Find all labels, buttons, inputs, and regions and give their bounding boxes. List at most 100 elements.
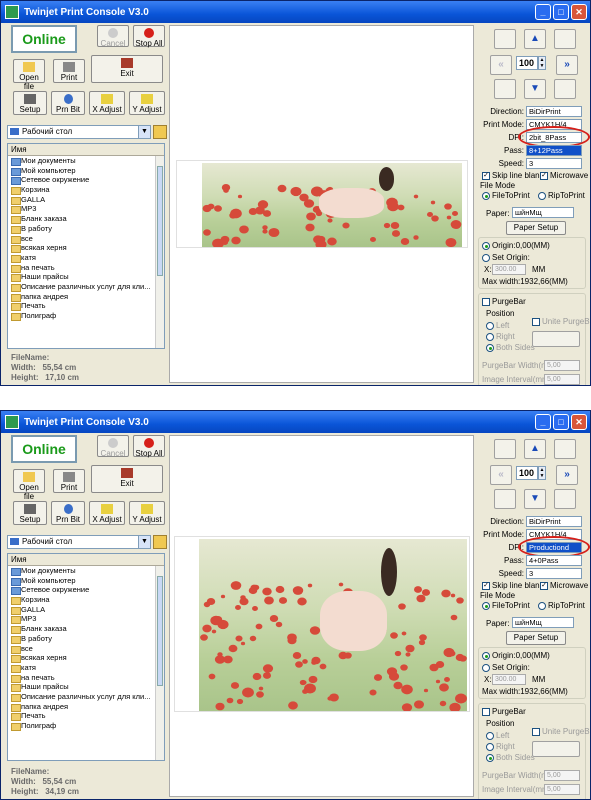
list-scrollbar[interactable] [155,156,164,348]
file-to-print-radio[interactable]: FileToPrint [482,601,530,610]
move-up-button[interactable]: ▲ [524,29,546,49]
close-button[interactable]: ✕ [571,4,587,20]
unite-purge-checkbox[interactable]: Unite PurgeBar [532,727,590,736]
list-item[interactable]: катя [8,253,164,263]
list-item[interactable]: Сетевое окружение [8,175,164,186]
image-interval-input[interactable]: 5,00 [544,784,580,795]
step-spinner[interactable]: ▲ ▼ [538,56,546,70]
pos-left-radio[interactable]: Left [486,321,509,330]
x-origin-input[interactable]: 300.00 [492,674,526,685]
x-adjust-button[interactable]: X Adjust [89,91,125,115]
up-folder-button[interactable] [153,125,167,139]
setup-button[interactable]: Setup [13,91,47,115]
purge-color-box[interactable] [532,331,580,347]
list-item[interactable]: GALLA [8,195,164,205]
paper-select[interactable]: шйнМщ [512,617,574,628]
pass-select[interactable]: 8+12Pass [526,145,582,156]
prn-bit-button[interactable]: Prn Bit [51,501,85,525]
scroll-thumb[interactable] [157,576,163,686]
column-header-name[interactable]: Имя [8,144,164,156]
list-item[interactable]: Корзина [8,185,164,195]
pos-both-radio[interactable]: Both Sides [486,343,535,352]
pos-both-radio[interactable]: Both Sides [486,753,535,762]
blank-button[interactable] [494,489,516,509]
list-item[interactable]: Описание различных услуг для кли... [8,282,164,292]
list-item[interactable]: Печать [8,711,164,721]
skip-blank-checkbox[interactable]: ✓ Skip line blank [482,171,544,180]
step-spinner[interactable]: ▲ ▼ [538,466,546,480]
list-item[interactable]: Корзина [8,595,164,605]
list-item[interactable]: Бланк заказа [8,624,164,634]
list-item[interactable]: Полиграф [8,311,164,321]
list-item[interactable]: всякая херня [8,243,164,253]
list-item[interactable]: Мой компьютер [8,166,164,176]
minimize-button[interactable]: _ [535,414,551,430]
speed-select[interactable]: 3 [526,158,582,169]
origin-radio[interactable]: Origin:0,00(MM) [482,651,550,660]
list-item[interactable]: Полиграф [8,721,164,731]
print-preview-canvas[interactable] [169,25,474,383]
exit-button[interactable]: Exit [91,55,163,83]
move-right-button[interactable]: » [556,55,578,75]
microwave-checkbox[interactable]: ✓ Microwave [540,171,588,180]
exit-button[interactable]: Exit [91,465,163,493]
purge-color-box[interactable] [532,741,580,757]
list-item[interactable]: Сетевое окружение [8,585,164,596]
x-origin-input[interactable]: 300.00 [492,264,526,275]
column-header-name[interactable]: Имя [8,554,164,566]
paper-setup-button[interactable]: Paper Setup [506,631,566,645]
move-left-button[interactable]: « [490,55,512,75]
setup-button[interactable]: Setup [13,501,47,525]
cancel-button[interactable]: Cancel [97,25,129,48]
blank-button[interactable] [494,79,516,99]
direction-select[interactable]: BiDirPrint [526,516,582,527]
list-item[interactable]: папка андрея [8,292,164,302]
list-scrollbar[interactable] [155,566,164,760]
list-item[interactable]: всякая херня [8,653,164,663]
blank-button[interactable] [554,489,576,509]
list-item[interactable]: Наши прайсы [8,682,164,692]
list-item[interactable]: MP3 [8,614,164,625]
purge-width-input[interactable]: 5,00 [544,770,580,781]
list-item[interactable]: В работу [8,634,164,644]
prn-bit-button[interactable]: Prn Bit [51,91,85,115]
list-item[interactable]: GALLA [8,605,164,615]
blank-button[interactable] [494,439,516,459]
move-down-button[interactable]: ▼ [524,79,546,99]
move-left-button[interactable]: « [490,465,512,485]
list-item[interactable]: Мои документы [8,156,164,166]
origin-radio[interactable]: Origin:0,00(MM) [482,241,550,250]
scroll-thumb[interactable] [157,166,163,276]
direction-select[interactable]: BiDirPrint [526,106,582,117]
y-adjust-button[interactable]: Y Adjust [129,91,165,115]
x-adjust-button[interactable]: X Adjust [89,501,125,525]
maximize-button[interactable]: □ [553,4,569,20]
stop-all-button[interactable]: Stop All [133,25,165,48]
unite-purge-checkbox[interactable]: Unite PurgeBar [532,317,590,326]
y-adjust-button[interactable]: Y Adjust [129,501,165,525]
cancel-button[interactable]: Cancel [97,435,129,458]
microwave-checkbox[interactable]: ✓ Microwave [540,581,588,590]
list-item[interactable]: Описание различных услуг для кли... [8,692,164,702]
print-button[interactable]: Print [53,59,85,83]
maximize-button[interactable]: □ [553,414,569,430]
list-item[interactable]: на печать [8,263,164,273]
list-item[interactable]: все [8,234,164,244]
paper-setup-button[interactable]: Paper Setup [506,221,566,235]
file-to-print-radio[interactable]: FileToPrint [482,191,530,200]
set-origin-radio[interactable]: Set Origin: [482,253,530,262]
list-item[interactable]: Наши прайсы [8,272,164,282]
list-item[interactable]: папка андрея [8,702,164,712]
list-item[interactable]: Бланк заказа [8,214,164,224]
minimize-button[interactable]: _ [535,4,551,20]
up-folder-button[interactable] [153,535,167,549]
speed-select[interactable]: 3 [526,568,582,579]
image-interval-input[interactable]: 5,00 [544,374,580,385]
list-item[interactable]: В работу [8,224,164,234]
move-up-button[interactable]: ▲ [524,439,546,459]
print-button[interactable]: Print [53,469,85,493]
pass-select[interactable]: 4+0Pass [526,555,582,566]
list-item[interactable]: все [8,644,164,654]
list-item[interactable]: Печать [8,301,164,311]
folder-select[interactable]: Рабочий стол ▼ [7,125,151,139]
